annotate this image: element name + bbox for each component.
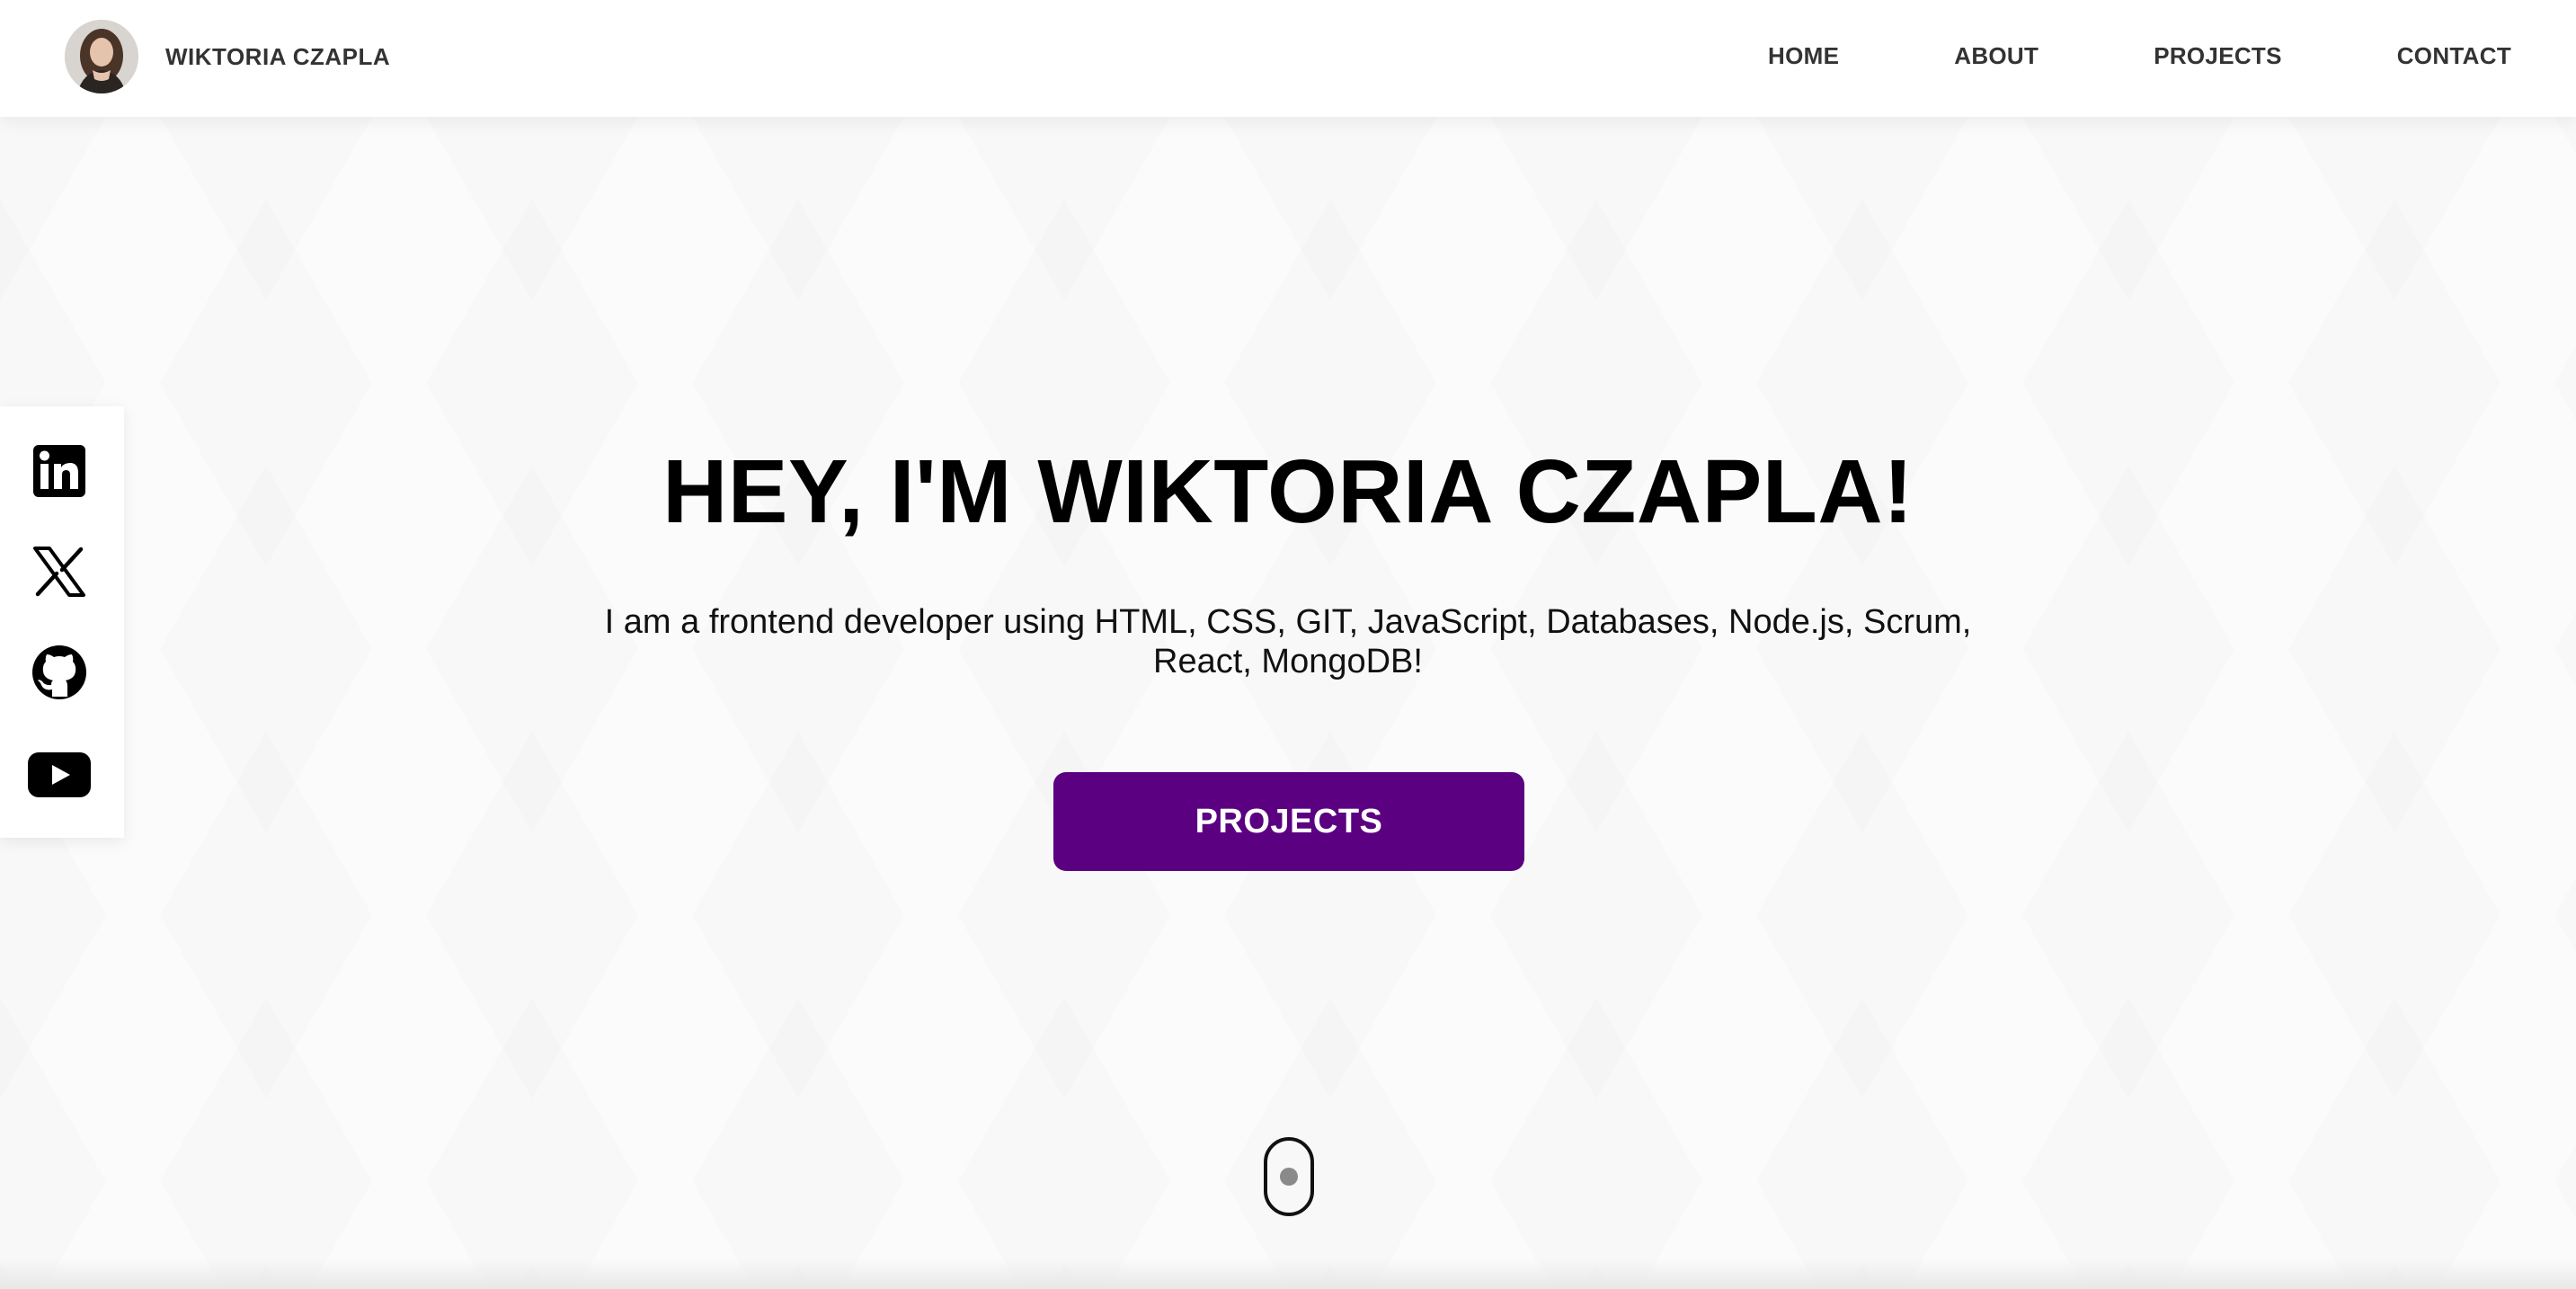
main-nav: HOME ABOUT PROJECTS CONTACT	[1653, 0, 2511, 111]
brand[interactable]: WIKTORIA CZAPLA	[65, 20, 390, 93]
site-header: WIKTORIA CZAPLA HOME ABOUT PROJECTS CONT…	[0, 0, 2576, 117]
nav-projects[interactable]: PROJECTS	[2154, 42, 2282, 70]
hero-title: HEY, I'M WIKTORIA CZAPLA!	[662, 441, 1914, 542]
nav-home[interactable]: HOME	[1768, 42, 1839, 70]
scroll-indicator-icon[interactable]	[1264, 1137, 1314, 1216]
section-divider	[0, 1258, 2576, 1289]
nav-about[interactable]: ABOUT	[1954, 42, 2039, 70]
x-icon[interactable]	[27, 539, 92, 604]
avatar	[65, 20, 138, 93]
social-sidebar	[0, 406, 124, 838]
youtube-icon[interactable]	[27, 742, 92, 807]
background-pattern	[0, 117, 2576, 1289]
github-icon[interactable]	[27, 640, 92, 705]
projects-button[interactable]: PROJECTS	[1053, 772, 1524, 871]
nav-contact[interactable]: CONTACT	[2397, 42, 2511, 70]
linkedin-icon[interactable]	[27, 439, 92, 503]
hero-description: I am a frontend developer using HTML, CS…	[604, 603, 1972, 680]
brand-name: WIKTORIA CZAPLA	[165, 42, 391, 70]
page: WIKTORIA CZAPLA HOME ABOUT PROJECTS CONT…	[0, 0, 2576, 1289]
scroll-wheel-dot	[1280, 1168, 1298, 1186]
